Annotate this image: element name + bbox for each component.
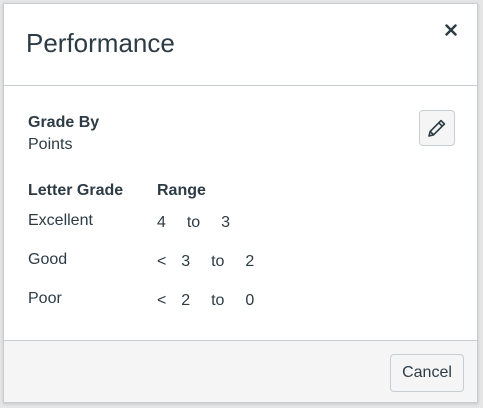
range-to-word: to [211,253,225,270]
dialog-header: Performance [4,4,477,86]
edit-button[interactable] [419,110,455,146]
range-to: 2 [245,253,255,270]
range-to: 3 [221,214,230,231]
range-to-word: to [211,292,225,309]
close-button[interactable] [439,18,463,42]
grade-row-good: Good < 3 to 2 [4,251,477,275]
range-from: 2 [181,292,191,309]
performance-dialog: Performance Grade By Points Letter Grade… [3,3,478,403]
pencil-icon [428,119,446,137]
grade-by-value: Points [28,136,73,153]
grade-row-range: < 3 to 2 [157,253,254,271]
grade-by-label: Grade By [28,114,100,131]
column-header-letter-grade: Letter Grade [28,182,124,199]
grade-row-name: Excellent [28,212,93,229]
dialog-title: Performance [26,28,175,58]
dialog-body: Grade By Points Letter Grade Range Excel… [4,86,477,342]
range-from: 3 [181,253,191,270]
cancel-button[interactable]: Cancel [390,354,464,392]
grade-row-poor: Poor < 2 to 0 [4,290,477,314]
range-to-word: to [186,214,201,231]
range-from: 4 [157,214,166,231]
grade-row-excellent: Excellent 4 to 3 [4,212,477,236]
grade-row-name: Good [28,251,68,268]
grade-row-range: < 2 to 0 [157,292,254,310]
dialog-footer: Cancel [4,340,477,402]
range-to: 0 [245,292,255,309]
grade-row-range: 4 to 3 [157,214,230,232]
range-prefix: < [157,253,167,270]
grade-row-name: Poor [28,290,62,307]
column-header-range: Range [157,182,206,199]
range-prefix: < [157,292,167,309]
close-icon [445,24,457,36]
